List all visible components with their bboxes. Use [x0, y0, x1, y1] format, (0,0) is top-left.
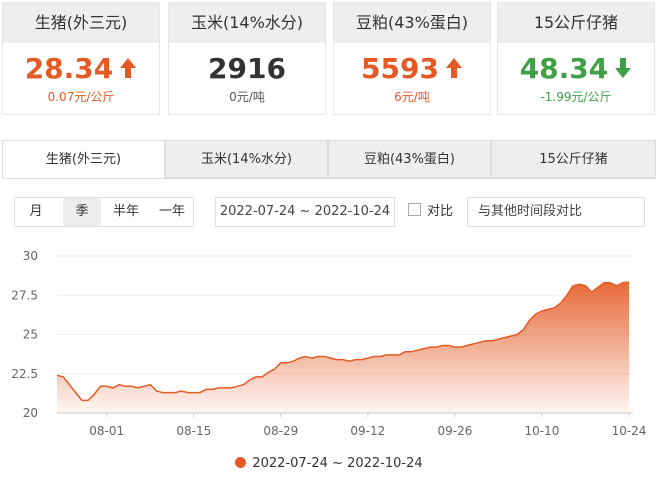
arrow-down-icon	[614, 52, 632, 88]
card-value: 28.34	[3, 51, 159, 87]
x-tick-label: 09-12	[350, 424, 385, 438]
card-soymeal[interactable]: 豆粕(43%蛋白) 5593 6元/吨	[333, 2, 491, 115]
card-corn[interactable]: 玉米(14%水分) 2916 0元/吨	[168, 2, 326, 115]
tab-corn[interactable]: 玉米(14%水分)	[165, 140, 328, 178]
card-title: 生猪(外三元)	[3, 3, 159, 43]
period-half-year[interactable]: 半年	[105, 198, 147, 226]
y-tick-label: 22.5	[11, 367, 38, 381]
y-tick-label: 25	[23, 328, 38, 342]
compare-period-input[interactable]: 与其他时间段对比	[467, 197, 645, 227]
card-title: 玉米(14%水分)	[169, 3, 325, 43]
x-tick-label: 08-15	[176, 424, 211, 438]
arrow-up-icon	[445, 52, 463, 88]
x-tick-label: 10-24	[612, 424, 647, 438]
card-change: 0元/吨	[229, 90, 265, 104]
card-change: -1.99元/公斤	[540, 90, 612, 104]
period-month[interactable]: 月	[15, 198, 57, 226]
card-title: 豆粕(43%蛋白)	[334, 3, 490, 43]
tab-piglet[interactable]: 15公斤仔猪	[491, 140, 656, 178]
period-selector: 月 季 半年 一年	[14, 197, 194, 227]
tab-soymeal[interactable]: 豆粕(43%蛋白)	[328, 140, 491, 178]
card-value: 2916	[208, 52, 286, 85]
commodity-tabs: 生猪(外三元) 玉米(14%水分) 豆粕(43%蛋白) 15公斤仔猪	[2, 140, 656, 179]
card-piglet[interactable]: 15公斤仔猪 48.34 -1.99元/公斤	[497, 2, 655, 115]
period-year[interactable]: 一年	[151, 198, 193, 226]
x-tick-label: 10-10	[525, 424, 560, 438]
y-tick-label: 30	[23, 249, 38, 263]
card-change: 0.07元/公斤	[47, 90, 115, 104]
compare-label: 对比	[427, 204, 454, 219]
legend-label: 2022-07-24 ~ 2022-10-24	[252, 456, 423, 471]
price-area-chart: 20 22.5 25 27.5 30 08-01 08-15 08-29 09-12 09-26 1…	[11, 249, 647, 438]
series-area	[57, 282, 629, 413]
x-tick-label: 09-26	[437, 424, 472, 438]
price-cards: 生猪(外三元) 28.34 0.07元/公斤 玉米(14%水分) 2916 0元…	[0, 0, 658, 120]
card-title: 15公斤仔猪	[498, 3, 654, 43]
card-live-hog[interactable]: 生猪(外三元) 28.34 0.07元/公斤	[2, 2, 160, 115]
y-tick-label: 27.5	[11, 288, 38, 302]
compare-checkbox[interactable]	[408, 203, 421, 216]
card-value: 5593	[334, 51, 490, 87]
legend-dot	[235, 457, 247, 468]
y-tick-label: 20	[23, 406, 38, 420]
card-change: 6元/吨	[394, 90, 430, 104]
tab-live-hog[interactable]: 生猪(外三元)	[2, 140, 165, 178]
arrow-up-icon	[119, 52, 137, 88]
period-quarter[interactable]: 季	[63, 198, 101, 226]
chart-legend[interactable]: 2022-07-24 ~ 2022-10-24	[0, 456, 658, 471]
date-range-picker[interactable]: 2022-07-24 ~ 2022-10-24	[215, 197, 395, 227]
x-tick-label: 08-01	[89, 424, 124, 438]
compare-toggle[interactable]: 对比	[408, 197, 453, 227]
x-tick-label: 08-29	[263, 424, 298, 438]
card-value: 48.34	[498, 51, 654, 87]
